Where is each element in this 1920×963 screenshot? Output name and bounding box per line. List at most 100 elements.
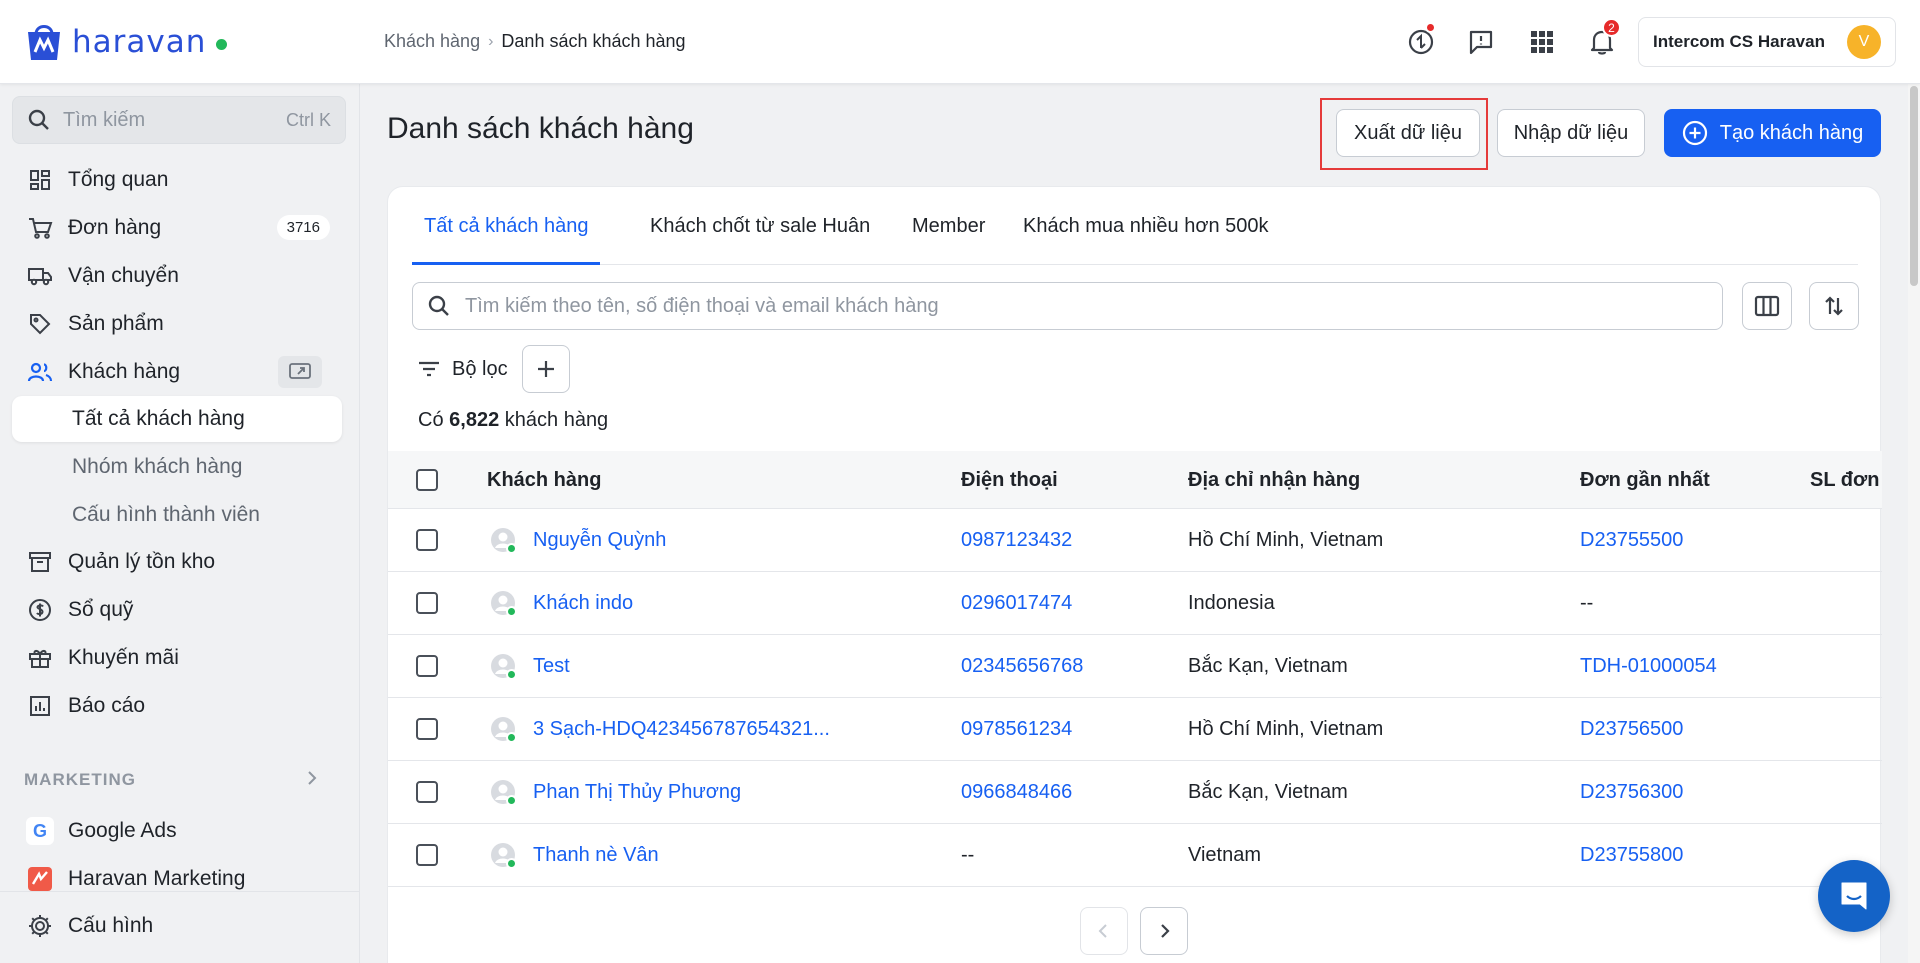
page-title: Danh sách khách hàng — [387, 112, 694, 145]
columns-icon — [1754, 295, 1780, 317]
customer-phone[interactable]: 0978561234 — [961, 718, 1072, 741]
haravan-bag-icon — [28, 25, 60, 60]
customer-phone: -- — [961, 844, 975, 866]
sidebar-search[interactable]: Tìm kiếm Ctrl K — [12, 96, 346, 144]
customer-phone[interactable]: 0987123432 — [961, 529, 1072, 552]
page-scrollbar[interactable] — [1908, 84, 1920, 963]
customer-phone[interactable]: 0966848466 — [961, 781, 1072, 804]
table-row[interactable]: Phan Thị Thủy Phương 0966848466 Bắc Kạn, V… — [388, 761, 1882, 824]
tab-sale-huan[interactable]: Khách chốt từ sale Huân — [650, 215, 870, 238]
sidebar-item-settings[interactable]: Cấu hình — [12, 904, 342, 948]
sidebar-item-haravan-marketing[interactable]: Haravan Marketing — [12, 857, 342, 901]
table-row[interactable]: Test 02345656768 Bắc Kạn, Vietnam TDH-01000… — [388, 635, 1882, 698]
customer-search-input[interactable]: Tìm kiếm theo tên, số điện thoại và emai… — [412, 282, 1723, 330]
next-page-button[interactable] — [1140, 907, 1188, 955]
last-order-link[interactable]: D23756300 — [1580, 781, 1683, 804]
customer-avatar-icon — [490, 590, 517, 617]
row-checkbox[interactable] — [416, 781, 438, 803]
column-header-customer[interactable]: Khách hàng — [487, 469, 601, 492]
last-order-link[interactable]: D23756500 — [1580, 718, 1683, 741]
sidebar-item-orders[interactable]: Đơn hàng 3716 — [12, 206, 342, 250]
sidebar-item-reports[interactable]: Báo cáo — [12, 684, 342, 728]
columns-button[interactable] — [1742, 282, 1792, 330]
import-data-button[interactable]: Nhập dữ liệu — [1497, 109, 1645, 157]
table-row[interactable]: Nguyễn Quỳnh 0987123432 Hồ Chí Minh, Vietn… — [388, 509, 1882, 572]
sync-icon[interactable] — [1405, 22, 1437, 58]
top-bar: haravan Khách hàng › Danh sách khách hàn… — [0, 0, 1920, 84]
table-row[interactable]: Thanh nè Vân -- Vietnam D23755800 — [388, 824, 1882, 887]
export-data-button[interactable]: Xuất dữ liệu — [1336, 109, 1480, 157]
customer-phone[interactable]: 02345656768 — [961, 655, 1083, 678]
customer-name-link[interactable]: Thanh nè Vân — [533, 844, 659, 867]
customer-address: Bắc Kạn, Vietnam — [1188, 655, 1348, 677]
breadcrumb: Khách hàng › Danh sách khách hàng — [384, 31, 686, 52]
customer-name-link[interactable]: Phan Thị Thủy Phương — [533, 781, 741, 804]
prev-page-button[interactable] — [1080, 907, 1128, 955]
account-switcher[interactable]: Intercom CS Haravan V — [1638, 17, 1896, 67]
sidebar-item-products[interactable]: Sản phẩm — [12, 302, 342, 346]
online-status-dot — [506, 606, 517, 617]
sidebar-sub-membership-config[interactable]: Cấu hình thành viên — [12, 492, 342, 538]
sidebar-item-overview[interactable]: Tổng quan — [12, 158, 342, 202]
sidebar: Tìm kiếm Ctrl K Tổng quan Đơn hàng 3716 … — [0, 84, 360, 963]
table-row[interactable]: 3 Sạch-HDQ423456787654321... 0978561234 Hồ… — [388, 698, 1882, 761]
sidebar-item-label: Haravan Marketing — [68, 867, 246, 890]
column-header-phone[interactable]: Điện thoại — [961, 469, 1058, 492]
chevron-right-icon[interactable] — [302, 768, 322, 793]
tab-member[interactable]: Member — [912, 215, 985, 238]
open-in-new-icon[interactable] — [278, 356, 322, 388]
haravan-logo[interactable]: haravan — [22, 20, 228, 64]
intercom-chat-button[interactable] — [1818, 860, 1890, 932]
add-filter-button[interactable] — [521, 345, 570, 393]
customer-name-link[interactable]: 3 Sạch-HDQ423456787654321... — [533, 718, 830, 741]
haravan-marketing-icon — [26, 865, 54, 893]
bell-icon[interactable]: 2 — [1586, 18, 1621, 58]
customer-avatar-icon — [490, 779, 517, 806]
last-order-link[interactable]: TDH-01000054 — [1580, 655, 1717, 678]
sidebar-divider — [0, 891, 359, 892]
tab-over-500k[interactable]: Khách mua nhiều hơn 500k — [1023, 215, 1269, 238]
customer-name-link[interactable]: Test — [533, 655, 570, 678]
sidebar-item-shipping[interactable]: Vận chuyển — [12, 254, 342, 298]
filter-button[interactable]: Bộ lọc — [452, 358, 508, 381]
apps-grid-icon[interactable] — [1526, 26, 1558, 58]
sidebar-sub-customer-groups[interactable]: Nhóm khách hàng — [12, 444, 342, 490]
scrollbar-thumb[interactable] — [1910, 86, 1918, 286]
search-shortcut: Ctrl K — [286, 109, 331, 130]
sidebar-item-inventory[interactable]: Quản lý tồn kho — [12, 540, 342, 584]
row-checkbox[interactable] — [416, 592, 438, 614]
row-checkbox[interactable] — [416, 844, 438, 866]
count-value: 6,822 — [449, 409, 500, 431]
sort-button[interactable] — [1809, 282, 1859, 330]
search-icon — [428, 295, 449, 316]
report-icon — [26, 692, 54, 720]
breadcrumb-parent[interactable]: Khách hàng — [384, 31, 480, 52]
sidebar-sub-all-customers[interactable]: Tất cả khách hàng — [12, 396, 342, 442]
online-status-dot — [506, 669, 517, 680]
column-header-last-order[interactable]: Đơn gần nhất — [1580, 469, 1710, 492]
select-all-checkbox[interactable] — [416, 469, 438, 491]
customer-name-link[interactable]: Khách indo — [533, 592, 633, 615]
column-header-address[interactable]: Địa chỉ nhận hàng — [1188, 469, 1360, 492]
customer-name-link[interactable]: Nguyễn Quỳnh — [533, 529, 666, 552]
truck-icon — [26, 262, 54, 290]
sidebar-item-label: Quản lý tồn kho — [68, 550, 216, 573]
row-checkbox[interactable] — [416, 718, 438, 740]
create-customer-button[interactable]: Tạo khách hàng — [1664, 109, 1881, 157]
customer-phone[interactable]: 0296017474 — [961, 592, 1072, 615]
sidebar-item-cashbook[interactable]: Sổ quỹ — [12, 588, 342, 632]
sidebar-item-customers[interactable]: Khách hàng — [12, 350, 342, 394]
feedback-icon[interactable] — [1465, 26, 1497, 58]
row-checkbox[interactable] — [416, 529, 438, 551]
sidebar-item-google-ads[interactable]: G Google Ads — [12, 809, 342, 853]
last-order-link[interactable]: D23755500 — [1580, 529, 1683, 552]
tab-all-customers[interactable]: Tất cả khách hàng — [424, 215, 589, 238]
customer-address: Vietnam — [1188, 844, 1262, 866]
sidebar-item-promotions[interactable]: Khuyến mãi — [12, 636, 342, 680]
column-header-order-count[interactable]: SL đơn — [1810, 469, 1879, 492]
table-row[interactable]: Khách indo 0296017474 Indonesia -- — [388, 572, 1882, 635]
row-checkbox[interactable] — [416, 655, 438, 677]
dollar-icon — [26, 596, 54, 624]
last-order-link[interactable]: D23755800 — [1580, 844, 1683, 867]
customer-avatar-icon — [490, 842, 517, 869]
